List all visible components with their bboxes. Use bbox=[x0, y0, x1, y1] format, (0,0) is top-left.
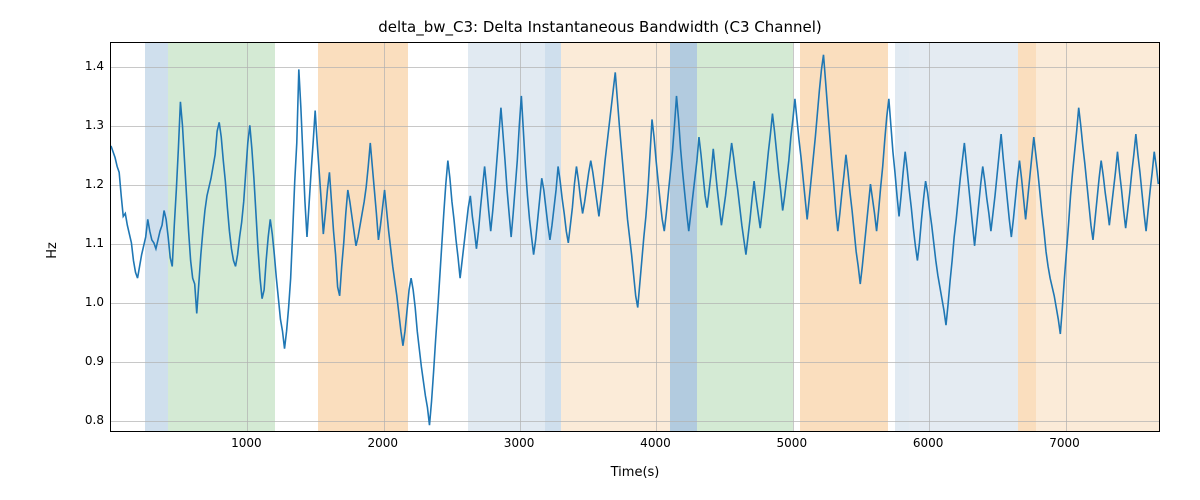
x-tick-label: 2000 bbox=[367, 436, 398, 450]
x-tick-label: 4000 bbox=[640, 436, 671, 450]
chart-title: delta_bw_C3: Delta Instantaneous Bandwid… bbox=[0, 18, 1200, 36]
y-tick-label: 1.0 bbox=[44, 295, 104, 309]
x-tick-label: 5000 bbox=[777, 436, 808, 450]
y-tick-label: 0.8 bbox=[44, 413, 104, 427]
line-plot bbox=[111, 43, 1159, 431]
y-tick-label: 0.9 bbox=[44, 354, 104, 368]
y-tick-label: 1.2 bbox=[44, 177, 104, 191]
x-tick-label: 7000 bbox=[1049, 436, 1080, 450]
x-tick-label: 6000 bbox=[913, 436, 944, 450]
x-tick-label: 1000 bbox=[231, 436, 262, 450]
x-axis-label: Time(s) bbox=[110, 465, 1160, 480]
y-tick-label: 1.4 bbox=[44, 59, 104, 73]
series-line bbox=[111, 55, 1158, 425]
y-tick-label: 1.3 bbox=[44, 118, 104, 132]
x-tick-label: 3000 bbox=[504, 436, 535, 450]
plot-area bbox=[110, 42, 1160, 432]
chart-container: delta_bw_C3: Delta Instantaneous Bandwid… bbox=[0, 0, 1200, 500]
y-tick-label: 1.1 bbox=[44, 236, 104, 250]
